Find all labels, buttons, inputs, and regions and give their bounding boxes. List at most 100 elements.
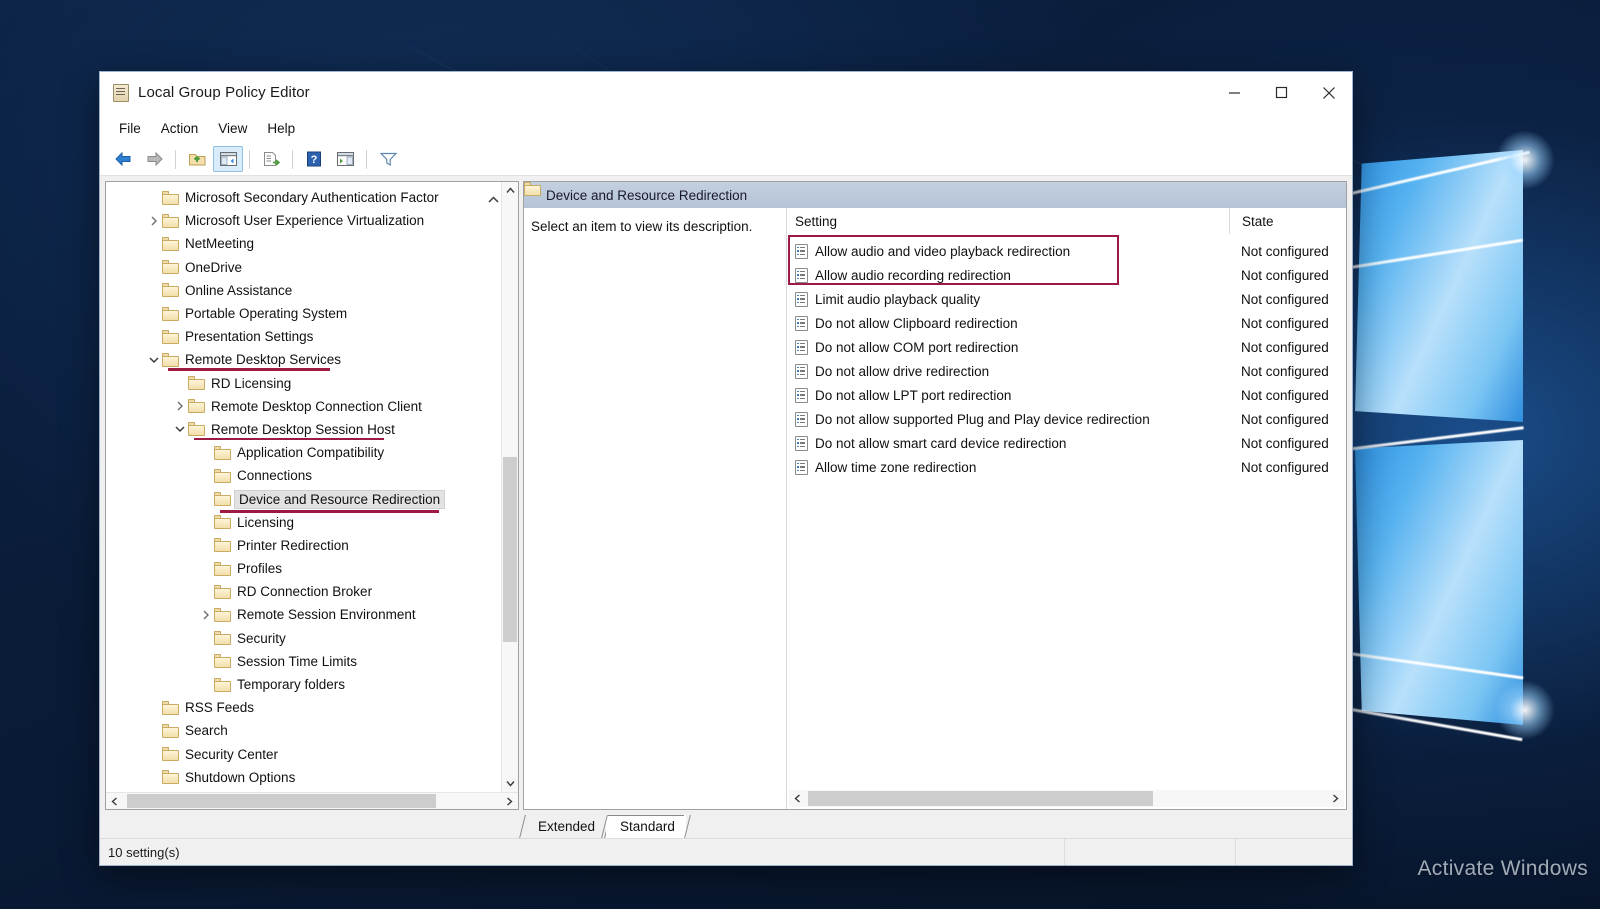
tree-item[interactable]: Application Compatibility [106, 441, 501, 464]
tree-item[interactable]: Remote Desktop Session Host [106, 418, 501, 441]
setting-row[interactable]: Limit audio playback quality Not configur… [787, 287, 1346, 311]
chevron-up-icon[interactable] [488, 192, 499, 207]
setting-name: Allow audio and video playback redirecti… [815, 243, 1071, 259]
tree-item[interactable]: Printer Redirection [106, 534, 501, 557]
tree-item[interactable]: Remote Desktop Connection Client [106, 395, 501, 418]
folder-icon [162, 260, 179, 275]
show-action-pane-icon[interactable] [330, 146, 360, 172]
tree-item[interactable]: RD Connection Broker [106, 580, 501, 603]
chevron-right-icon[interactable] [145, 216, 162, 226]
chevron-right-icon[interactable] [171, 401, 188, 411]
setting-row[interactable]: Do not allow supported Plug and Play dev… [787, 407, 1346, 431]
tree-scroll-thumb[interactable] [503, 457, 517, 642]
folder-icon [162, 352, 179, 367]
chevron-up-icon[interactable] [502, 182, 518, 199]
setting-row[interactable]: Do not allow LPT port redirection Not con… [787, 383, 1346, 407]
chevron-right-icon[interactable] [501, 793, 518, 809]
policy-tree[interactable]: Microsoft Secondary Authentication Facto… [106, 182, 501, 792]
tree-item[interactable]: Licensing [106, 511, 501, 534]
up-one-level-icon[interactable] [182, 146, 212, 172]
menu-action[interactable]: Action [152, 118, 208, 139]
tree-item[interactable]: Search [106, 719, 501, 742]
tab-extended-label: Extended [538, 819, 596, 834]
tree-item-label: RSS Feeds [185, 700, 255, 716]
filter-icon[interactable] [373, 146, 403, 172]
setting-row[interactable]: Allow time zone redirection Not configure… [787, 455, 1346, 479]
tree-scroll-track[interactable] [502, 199, 518, 775]
back-icon[interactable] [108, 146, 138, 172]
chevron-left-icon[interactable] [789, 790, 806, 807]
setting-row[interactable]: Do not allow drive redirection Not config… [787, 359, 1346, 383]
column-header-state[interactable]: State [1229, 208, 1274, 234]
menu-help[interactable]: Help [258, 118, 304, 139]
settings-rows[interactable]: Allow audio and video playback redirecti… [787, 234, 1346, 790]
tree-item[interactable]: Microsoft Secondary Authentication Facto… [106, 186, 501, 209]
menu-view[interactable]: View [209, 118, 256, 139]
tree-item[interactable]: Connections [106, 464, 501, 487]
tree-item[interactable]: RSS Feeds [106, 696, 501, 719]
help-icon[interactable]: ? [299, 146, 329, 172]
tree-item[interactable]: Security [106, 627, 501, 650]
tree-item[interactable]: Temporary folders [106, 673, 501, 696]
forward-icon[interactable] [139, 146, 169, 172]
tree-item[interactable]: RD Licensing [106, 372, 501, 395]
chevron-right-icon[interactable] [197, 610, 214, 620]
menu-bar: File Action View Help [100, 114, 1352, 143]
setting-row[interactable]: Do not allow Clipboard redirection Not co… [787, 311, 1346, 335]
setting-row[interactable]: Allow audio and video playback redirecti… [787, 239, 1346, 263]
folder-icon [188, 376, 205, 391]
tree-item[interactable]: Remote Desktop Services [106, 348, 501, 371]
tree-item[interactable]: Presentation Settings [106, 325, 501, 348]
maximize-button[interactable] [1258, 72, 1305, 113]
activate-windows-watermark: Activate Windows [1417, 857, 1588, 880]
tree-item[interactable]: Online Assistance [106, 279, 501, 302]
close-button[interactable] [1305, 72, 1352, 113]
minimize-button[interactable] [1211, 72, 1258, 113]
setting-name: Limit audio playback quality [815, 291, 981, 307]
folder-icon [162, 700, 179, 715]
setting-name: Do not allow COM port redirection [815, 339, 1019, 355]
export-list-icon[interactable] [256, 146, 286, 172]
chevron-down-icon[interactable] [502, 775, 518, 792]
view-tabs: Extended Standard [100, 810, 1352, 838]
tab-extended[interactable]: Extended [519, 815, 611, 838]
tree-item[interactable]: Session Time Limits [106, 650, 501, 673]
tree-horizontal-scrollbar[interactable] [106, 792, 518, 809]
tree-hscroll-track[interactable] [123, 793, 501, 809]
tree-item[interactable]: Security Center [106, 743, 501, 766]
tree-item[interactable]: Remote Session Environment [106, 603, 501, 626]
setting-row[interactable]: Do not allow COM port redirection Not con… [787, 335, 1346, 359]
column-header-setting[interactable]: Setting [787, 214, 837, 229]
tree-item[interactable]: NetMeeting [106, 232, 501, 255]
tree-item[interactable]: OneDrive [106, 256, 501, 279]
tree-item[interactable]: Portable Operating System [106, 302, 501, 325]
chevron-right-icon[interactable] [1327, 790, 1344, 807]
tree-item-label: Presentation Settings [185, 329, 314, 345]
show-console-tree-icon[interactable] [213, 146, 243, 172]
content-horizontal-scrollbar[interactable] [789, 790, 1344, 807]
folder-icon [162, 283, 179, 298]
setting-row[interactable]: Allow audio recording redirection Not con… [787, 263, 1346, 287]
tree-item[interactable]: Smart Card [106, 789, 501, 792]
tree-item[interactable]: Profiles [106, 557, 501, 580]
folder-icon [214, 445, 231, 460]
policy-setting-icon [795, 459, 808, 475]
setting-row[interactable]: Do not allow smart card device redirecti… [787, 431, 1346, 455]
tree-item[interactable]: Device and Resource Redirection [106, 487, 501, 513]
chevron-down-icon[interactable] [171, 425, 188, 433]
chevron-down-icon[interactable] [145, 356, 162, 364]
tree-item[interactable]: Microsoft User Experience Virtualization [106, 209, 501, 232]
local-group-policy-editor-window: Local Group Policy Editor File Action Vi… [99, 71, 1353, 866]
tree-item[interactable]: Shutdown Options [106, 766, 501, 789]
policy-setting-icon [795, 411, 808, 427]
chevron-left-icon[interactable] [106, 793, 123, 809]
menu-file[interactable]: File [110, 118, 150, 139]
content-hscroll-thumb[interactable] [808, 791, 1153, 806]
content-hscroll-track[interactable] [806, 790, 1327, 807]
tab-standard[interactable]: Standard [601, 815, 691, 838]
tree-hscroll-thumb[interactable] [127, 794, 436, 808]
policy-setting-icon [795, 363, 808, 379]
folder-icon [214, 677, 231, 692]
tree-vertical-scrollbar[interactable] [501, 182, 518, 792]
tree-item-label: Session Time Limits [237, 653, 358, 669]
